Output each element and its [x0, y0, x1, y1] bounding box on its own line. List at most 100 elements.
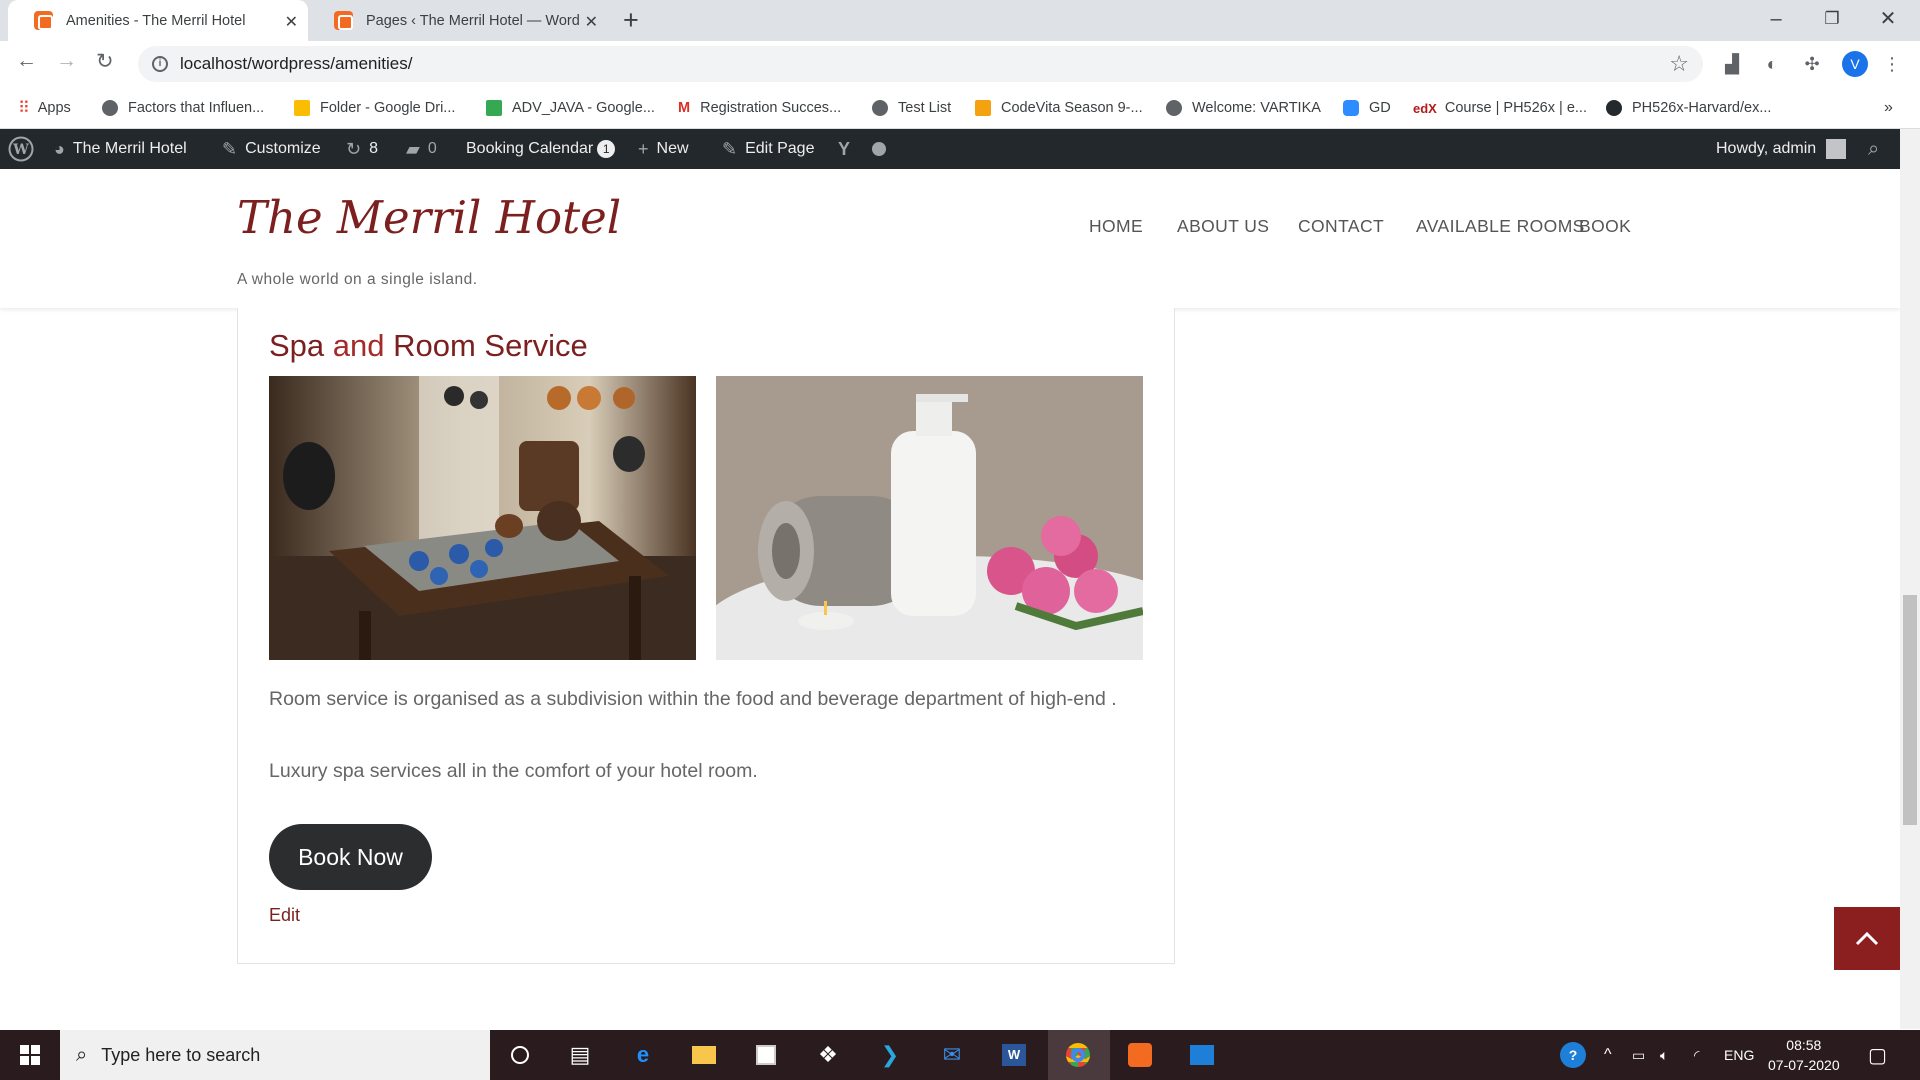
dropbox-icon[interactable]: ❖ [812, 1039, 844, 1071]
nav-contact[interactable]: CONTACT [1298, 216, 1384, 237]
profile-avatar[interactable]: V [1842, 51, 1868, 77]
search-icon: ⌕ [76, 1043, 88, 1066]
restore-icon[interactable]: ❐ [1804, 0, 1860, 41]
clock[interactable]: 08:58 07-07-2020 [1768, 1030, 1840, 1080]
scrollbar-thumb[interactable] [1903, 595, 1917, 825]
bookmark-item[interactable]: CodeVita Season 9-... [975, 87, 1143, 129]
nav-available-rooms[interactable]: AVAILABLE ROOMS [1416, 216, 1585, 237]
extensions-puzzle-icon[interactable]: ✣ [1802, 54, 1822, 74]
site-tagline: A whole world on a single island. [237, 271, 478, 288]
globe-icon [102, 100, 118, 116]
close-window-icon[interactable]: ✕ [1860, 0, 1916, 41]
edx-icon: edX [1413, 100, 1437, 116]
bookmark-item[interactable]: M Registration Succes... [678, 87, 841, 129]
chrome-icon[interactable] [1062, 1039, 1094, 1071]
brush-icon: ✎ [222, 138, 238, 159]
updates-icon: ↻ [346, 138, 362, 159]
book-now-button[interactable]: Book Now [269, 824, 432, 890]
mail-icon[interactable]: ✉ [936, 1039, 968, 1071]
wp-customize[interactable]: ✎ Customize [222, 129, 321, 169]
close-tab-icon[interactable]: ✕ [585, 12, 598, 32]
search-icon[interactable]: ⌕ [1868, 129, 1879, 169]
bookmark-item[interactable]: Folder - Google Dri... [294, 87, 455, 129]
bookmark-item[interactable]: Welcome: VARTIKA [1166, 87, 1321, 129]
notifications-icon[interactable]: ▢ [1868, 1030, 1887, 1080]
globe-icon [872, 100, 888, 116]
vscode-icon[interactable]: ❯ [874, 1039, 906, 1071]
bookmark-star-icon[interactable]: ☆ [1669, 51, 1689, 77]
bookmark-item[interactable]: Test List [872, 87, 951, 129]
tab-pages[interactable]: Pages ‹ The Merril Hotel — Word ✕ [308, 0, 608, 41]
task-view-icon[interactable]: ▤ [564, 1039, 596, 1071]
wifi-icon[interactable]: ◜ [1694, 1030, 1699, 1080]
tab-amenities[interactable]: Amenities - The Merril Hotel ✕ [8, 0, 308, 41]
page-scrollbar[interactable] [1900, 129, 1920, 1029]
wp-booking-calendar[interactable]: Booking Calendar 1 [466, 129, 616, 169]
clock-time: 08:58 [1786, 1037, 1822, 1053]
bookmarks-bar: ⠿ Apps Factors that Influen... Folder - G… [0, 87, 1920, 129]
language-indicator[interactable]: ENG [1724, 1030, 1754, 1080]
address-bar[interactable]: i localhost/wordpress/amenities/ ☆ [138, 46, 1703, 82]
section-heading: Spa and Room Service [269, 328, 588, 363]
room-service-image [269, 376, 696, 660]
plus-icon: + [638, 138, 649, 159]
edit-link[interactable]: Edit [269, 905, 300, 926]
more-bookmarks-icon[interactable]: » [1884, 87, 1893, 129]
menu-kebab-icon[interactable]: ⋮ [1882, 54, 1902, 74]
bookmark-item[interactable]: edX Course | PH526x | e... [1413, 87, 1587, 129]
google-drive-icon [294, 100, 310, 116]
wp-howdy[interactable]: Howdy, admin [1716, 129, 1847, 169]
nav-book[interactable]: BOOK [1579, 216, 1631, 237]
xampp-favicon-icon [34, 11, 53, 30]
wp-new[interactable]: + New [638, 129, 689, 169]
wp-updates[interactable]: ↻ 8 [346, 129, 378, 169]
minimize-icon[interactable]: – [1748, 0, 1804, 41]
forward-icon[interactable]: → [56, 49, 77, 73]
nav-about-us[interactable]: ABOUT US [1177, 216, 1269, 237]
file-explorer-icon[interactable] [688, 1039, 720, 1071]
bookmark-item[interactable]: Factors that Influen... [102, 87, 264, 129]
bookmark-apps[interactable]: ⠿ Apps [18, 87, 71, 129]
windows-start-icon[interactable] [14, 1039, 46, 1071]
browser-toolbar: ← → ↻ i localhost/wordpress/amenities/ ☆… [0, 41, 1920, 87]
extension-chart-icon[interactable]: ▟ [1722, 54, 1742, 74]
apps-grid-icon: ⠿ [18, 100, 30, 117]
back-icon[interactable]: ← [16, 49, 37, 73]
xampp-icon[interactable] [1124, 1039, 1156, 1071]
wordpress-logo-icon[interactable]: W [8, 129, 34, 169]
nav-home[interactable]: HOME [1089, 216, 1143, 237]
bookmark-item[interactable]: ADV_JAVA - Google... [486, 87, 655, 129]
url-text[interactable]: localhost/wordpress/amenities/ [180, 54, 412, 74]
volume-icon[interactable]: 🔈︎ [1660, 1030, 1668, 1080]
clock-date: 07-07-2020 [1768, 1057, 1840, 1073]
taskbar-search-input[interactable]: ⌕ Type here to search [60, 1030, 490, 1080]
yoast-icon[interactable]: Y [838, 129, 858, 169]
photos-icon[interactable] [1186, 1039, 1218, 1071]
word-icon[interactable]: W [998, 1039, 1030, 1071]
edge-icon[interactable]: e [627, 1039, 659, 1071]
back-to-top-button[interactable] [1834, 907, 1900, 970]
tray-chevron-icon[interactable]: ^ [1604, 1030, 1612, 1080]
bookmark-item[interactable]: PH526x-Harvard/ex... [1606, 87, 1771, 129]
cortana-icon[interactable] [504, 1039, 536, 1071]
new-tab-icon[interactable]: + [623, 5, 639, 36]
comment-icon: ▰ [406, 138, 420, 159]
wp-site-name[interactable]: ◕ The Merril Hotel [54, 129, 187, 169]
wp-comments[interactable]: ▰ 0 [406, 129, 437, 169]
help-icon[interactable]: ? [1560, 1030, 1586, 1080]
status-dot-icon[interactable] [872, 129, 886, 169]
battery-icon[interactable]: ▭ [1632, 1030, 1645, 1080]
github-icon [1606, 100, 1622, 116]
dashboard-icon: ◕ [54, 138, 65, 159]
xampp-favicon-icon [334, 11, 353, 30]
codevita-icon [975, 100, 991, 116]
close-tab-icon[interactable]: ✕ [285, 12, 298, 32]
extension-circle-icon[interactable]: ◐ [1762, 54, 1782, 74]
site-info-icon[interactable]: i [152, 56, 168, 72]
reload-icon[interactable]: ↻ [96, 49, 114, 74]
site-header: The Merril Hotel A whole world on a sing… [0, 169, 1900, 308]
bookmark-item[interactable]: GD [1343, 87, 1391, 129]
store-icon[interactable] [750, 1039, 782, 1071]
site-title[interactable]: The Merril Hotel [237, 191, 621, 244]
wp-edit-page[interactable]: ✎ Edit Page [722, 129, 814, 169]
